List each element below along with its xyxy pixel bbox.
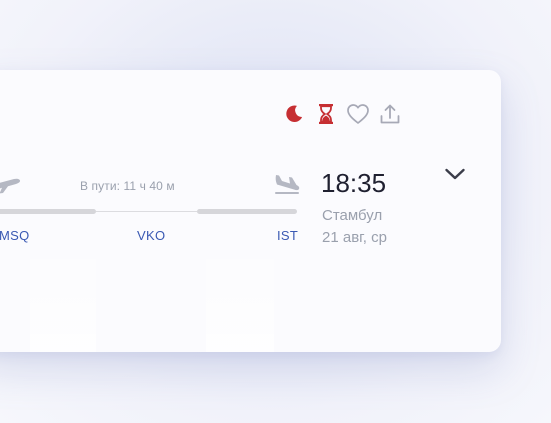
card-actions — [281, 101, 403, 127]
flight-card: В пути: 11 ч 40 м MSQ VKO IST 18:35 Стам… — [0, 70, 501, 352]
hourglass-icon — [313, 101, 339, 127]
transfer-airport-code: VKO — [137, 228, 166, 243]
flight-segment-bar — [0, 209, 96, 214]
travel-duration: В пути: 11 ч 40 м — [80, 179, 175, 193]
heart-icon[interactable] — [345, 101, 371, 127]
layover-line — [96, 211, 197, 212]
airplane-arrival-icon — [273, 173, 301, 200]
moon-icon — [281, 101, 307, 127]
chevron-down-icon[interactable] — [442, 164, 468, 184]
flight-segment-bar — [197, 209, 297, 214]
destination-airport-code: IST — [277, 228, 299, 243]
origin-airport-code: MSQ — [0, 228, 30, 243]
column-highlight — [30, 240, 96, 352]
airplane-departure-icon — [0, 173, 22, 200]
share-icon[interactable] — [377, 101, 403, 127]
arrival-date: 21 авг, ср — [322, 229, 387, 246]
arrival-city: Стамбул — [322, 207, 383, 224]
arrival-time: 18:35 — [321, 168, 387, 198]
column-highlight — [206, 240, 274, 352]
